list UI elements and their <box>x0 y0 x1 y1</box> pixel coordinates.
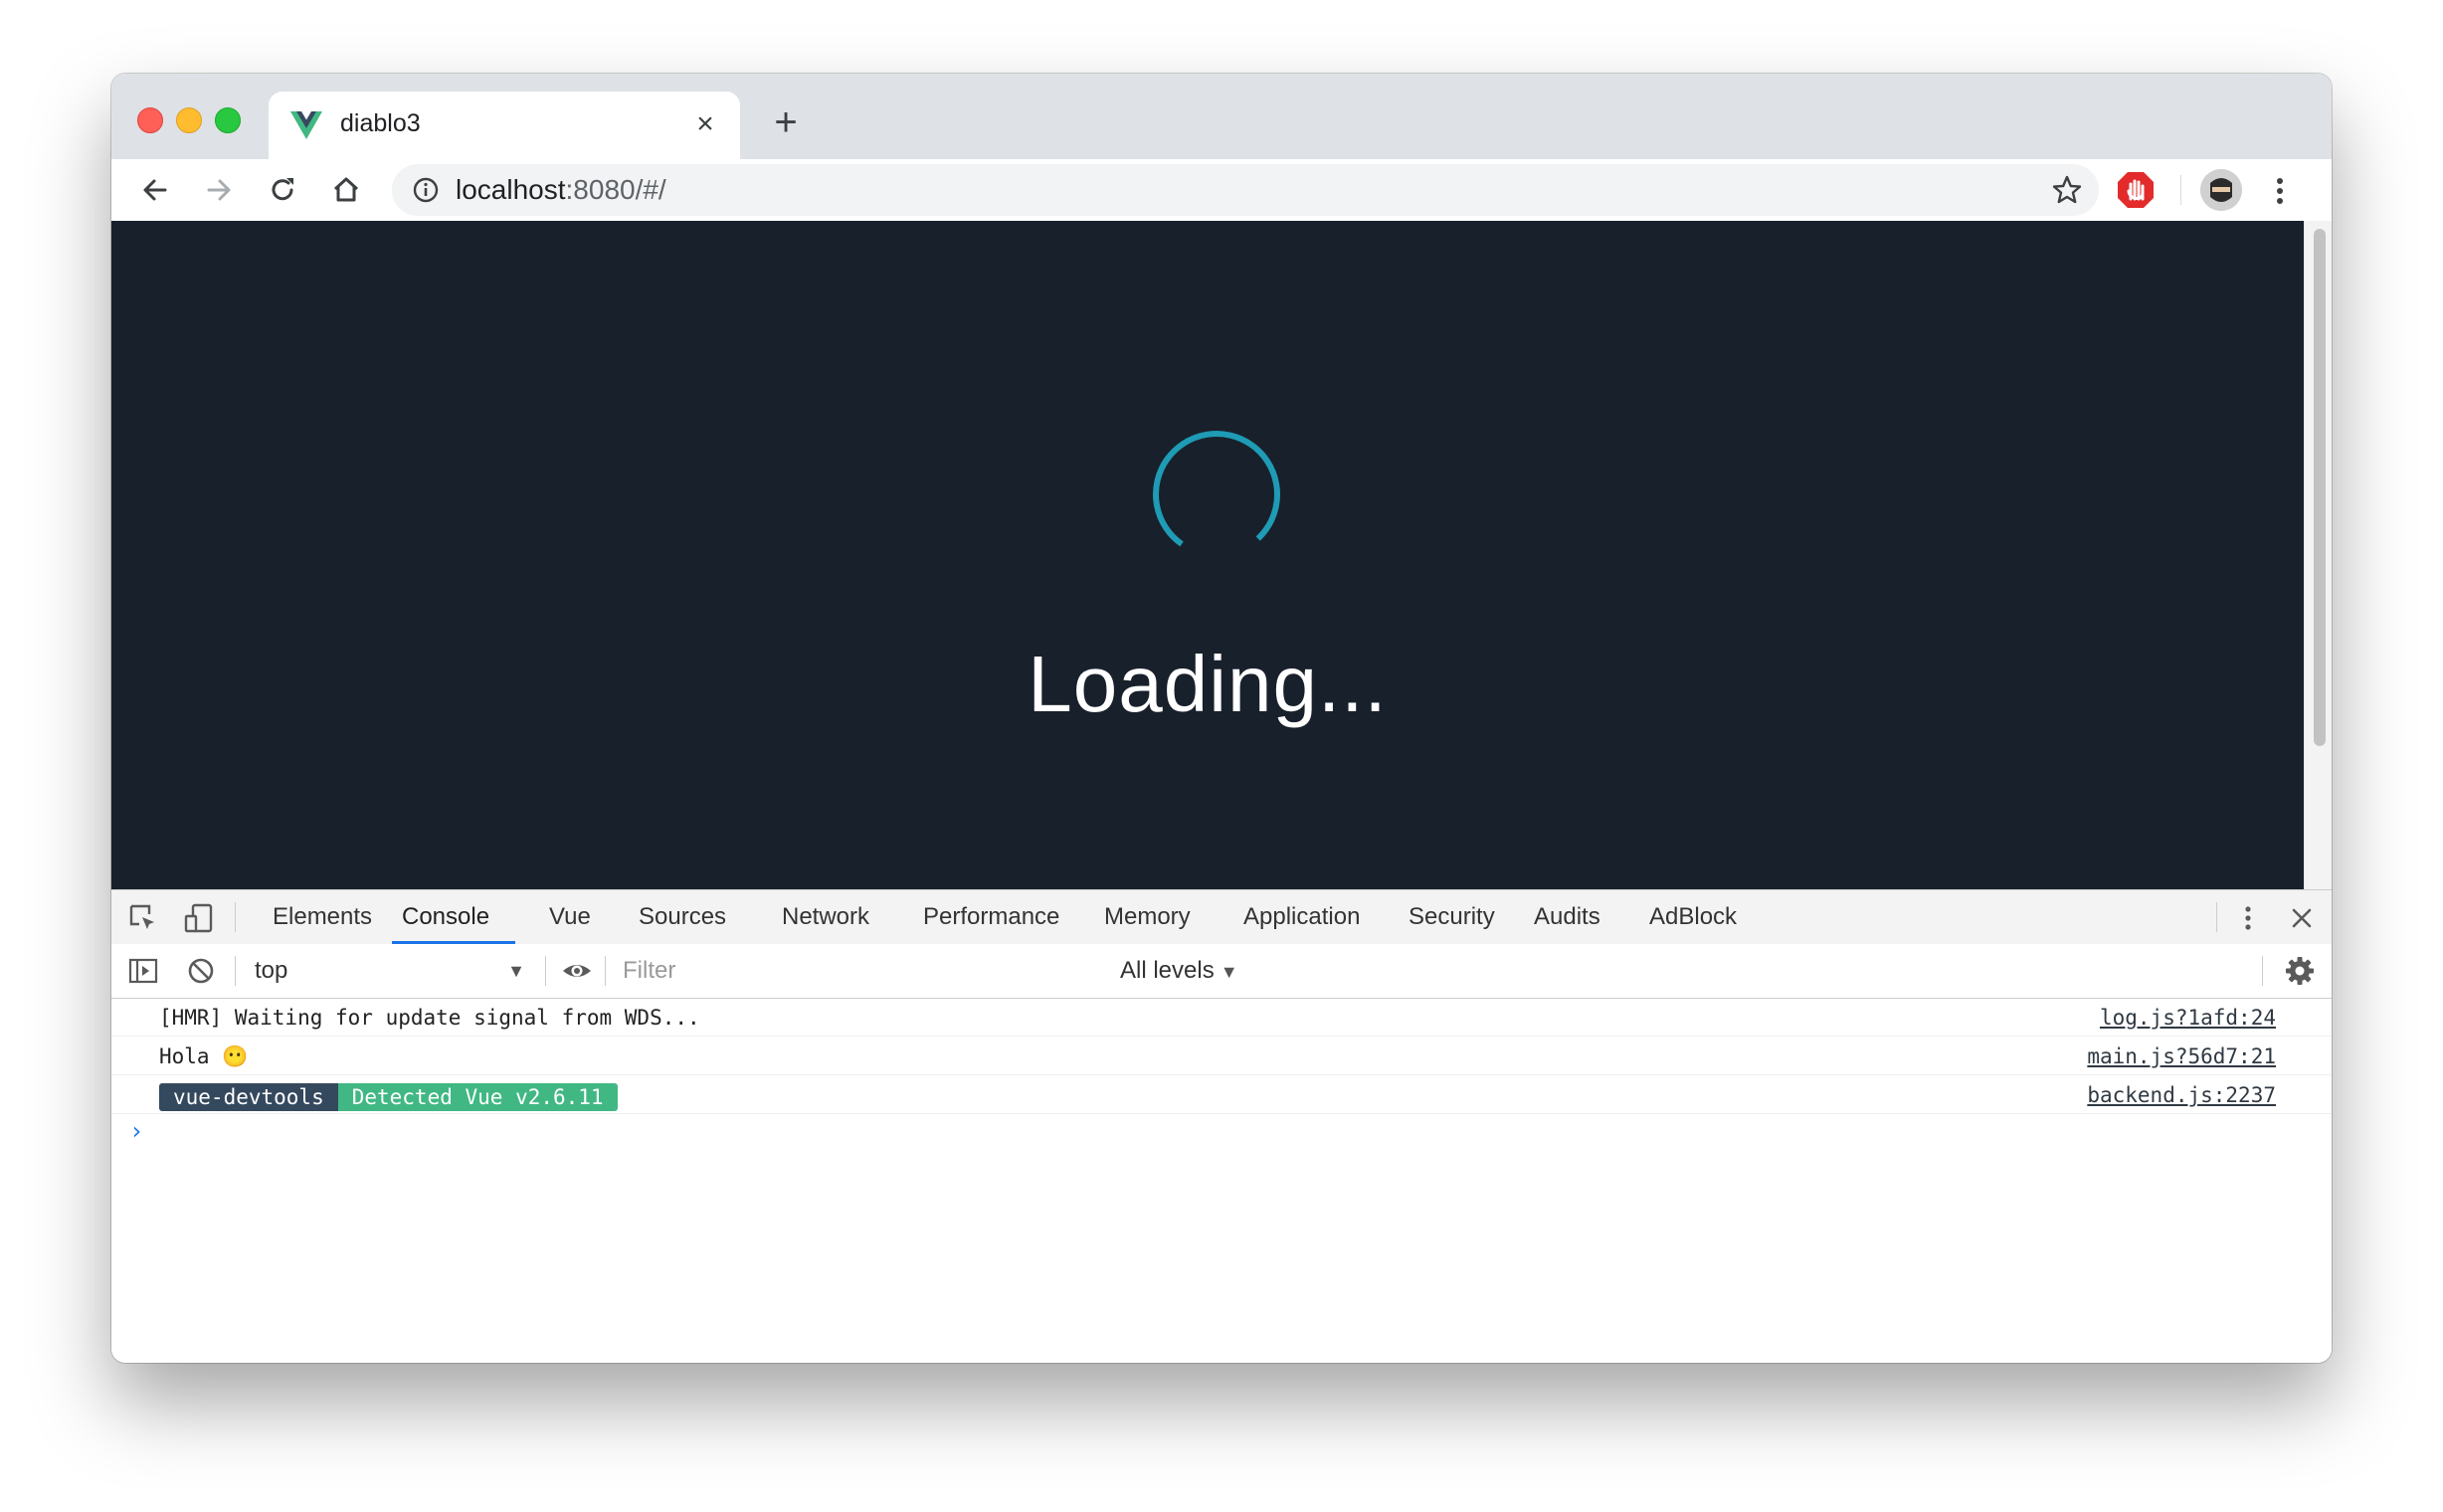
vue-logo-icon <box>290 111 322 139</box>
tab-vue[interactable]: Vue <box>539 890 601 944</box>
tab-application[interactable]: Application <box>1233 890 1370 944</box>
url-host: localhost <box>456 174 566 205</box>
back-icon[interactable] <box>135 170 175 210</box>
scrollbar-thumb[interactable] <box>2314 229 2326 746</box>
console-message: vue-devtools Detected Vue v2.6.11 backend… <box>111 1075 2332 1114</box>
console-toolbar-separator <box>2262 956 2263 986</box>
tab-elements[interactable]: Elements <box>263 890 382 944</box>
tab-sources[interactable]: Sources <box>629 890 736 944</box>
levels-dropdown-icon: ▼ <box>1220 962 1238 982</box>
device-toolbar-icon[interactable] <box>183 902 215 934</box>
context-selector[interactable]: top ▼ <box>255 954 535 988</box>
message-text: Hola 😶 <box>159 1044 249 1068</box>
loading-spinner-icon <box>1153 431 1280 558</box>
home-icon[interactable] <box>326 170 366 210</box>
tab-performance[interactable]: Performance <box>913 890 1069 944</box>
devtools-separator <box>235 902 236 932</box>
console-message: Hola 😶 main.js?56d7:21 <box>111 1037 2332 1075</box>
browser-toolbar: localhost:8080/#/ <box>111 159 2332 222</box>
tab-network[interactable]: Network <box>772 890 879 944</box>
toolbar-separator <box>2180 175 2181 205</box>
vue-devtools-badge: vue-devtools <box>159 1083 338 1111</box>
tab-title: diablo3 <box>340 109 421 137</box>
inspect-element-icon[interactable] <box>127 902 159 934</box>
context-value: top <box>255 957 288 984</box>
browser-menu-icon[interactable] <box>2270 171 2290 211</box>
devtools-panel: Elements Console Vue Sources Network Per… <box>111 889 2332 1363</box>
tab-security[interactable]: Security <box>1399 890 1505 944</box>
new-tab-button[interactable]: + <box>766 102 806 143</box>
console-filter-input[interactable] <box>615 954 1013 988</box>
log-levels-dropdown[interactable]: All levels ▼ <box>1120 954 1238 988</box>
avatar-icon <box>2200 169 2242 211</box>
console-toolbar: top ▼ All levels▼ <box>111 944 2332 999</box>
console-settings-gear-icon[interactable] <box>2284 955 2316 987</box>
browser-window: diablo3 × + localhost:8080/#/ Loading...… <box>111 74 2332 1363</box>
site-info-icon[interactable] <box>412 176 440 204</box>
message-source-link[interactable]: log.js?1afd:24 <box>2100 1006 2276 1030</box>
devtools-separator <box>2216 902 2217 932</box>
context-dropdown-icon: ▼ <box>507 961 525 981</box>
window-minimize-button[interactable] <box>176 107 202 133</box>
message-source-link[interactable]: backend.js:2237 <box>2087 1083 2276 1107</box>
page-viewport: Loading... <box>111 221 2304 889</box>
message-source-link[interactable]: main.js?56d7:21 <box>2087 1044 2276 1068</box>
log-levels-value: All levels <box>1120 957 1215 984</box>
tab-memory[interactable]: Memory <box>1094 890 1201 944</box>
devtools-close-icon[interactable] <box>2286 902 2318 934</box>
tab-strip: diablo3 × + <box>111 74 2332 159</box>
live-expression-eye-icon[interactable] <box>561 955 593 987</box>
url-path: :8080/#/ <box>565 174 666 205</box>
console-message: [HMR] Waiting for update signal from WDS… <box>111 998 2332 1037</box>
window-close-button[interactable] <box>137 107 163 133</box>
tab-close-icon[interactable]: × <box>688 107 722 141</box>
tab-audits[interactable]: Audits <box>1524 890 1610 944</box>
message-badges: vue-devtools Detected Vue v2.6.11 <box>159 1083 618 1111</box>
show-sidebar-icon[interactable] <box>127 955 159 987</box>
clear-console-icon[interactable] <box>185 955 217 987</box>
message-text: [HMR] Waiting for update signal from WDS… <box>159 1006 700 1030</box>
forward-icon[interactable] <box>199 170 239 210</box>
reload-icon[interactable] <box>263 170 302 210</box>
console-messages: [HMR] Waiting for update signal from WDS… <box>111 998 2332 1114</box>
url-text[interactable]: localhost:8080/#/ <box>456 174 666 206</box>
devtools-menu-icon[interactable] <box>2238 902 2258 934</box>
console-toolbar-separator <box>545 956 546 986</box>
console-toolbar-separator <box>235 956 236 986</box>
window-maximize-button[interactable] <box>215 107 241 133</box>
console-toolbar-separator <box>605 956 606 986</box>
tab-console[interactable]: Console <box>392 890 499 944</box>
page-scrollbar[interactable] <box>2304 221 2332 889</box>
loading-text: Loading... <box>1028 640 1388 728</box>
devtools-tab-bar: Elements Console Vue Sources Network Per… <box>111 890 2332 945</box>
bookmark-star-icon[interactable] <box>2051 174 2083 206</box>
address-bar[interactable]: localhost:8080/#/ <box>392 164 2099 216</box>
vue-version-badge: Detected Vue v2.6.11 <box>337 1083 618 1111</box>
tab-adblock[interactable]: AdBlock <box>1639 890 1747 944</box>
adblock-extension-icon[interactable] <box>2115 169 2157 211</box>
browser-tab[interactable]: diablo3 × <box>269 92 740 159</box>
console-prompt[interactable]: › <box>129 1117 143 1145</box>
profile-avatar[interactable] <box>2200 169 2242 211</box>
